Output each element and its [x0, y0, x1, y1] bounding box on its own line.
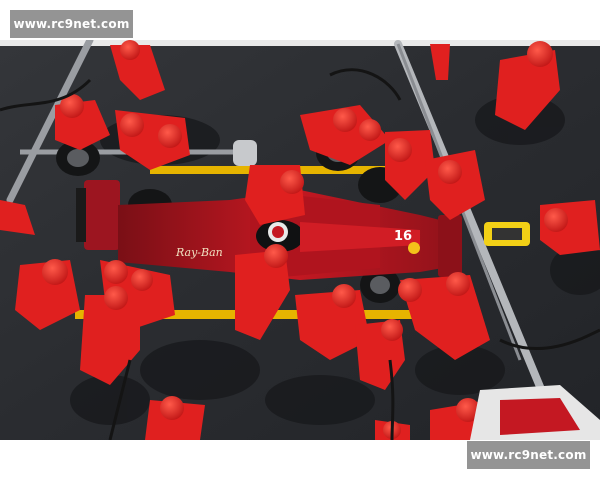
- watermark-bottom: www.rc9net.com: [467, 441, 590, 469]
- car-sponsor-text: Ray-Ban: [175, 246, 223, 259]
- crew-member: [540, 200, 600, 255]
- car-number: 16: [394, 229, 412, 244]
- pit-stop-illustration: 16 Ray-Ban: [0, 40, 600, 440]
- page: 16 Ray-Ban www.rc9net.com www.rc9net.com: [0, 0, 600, 480]
- watermark-top: www.rc9net.com: [10, 10, 133, 38]
- pit-stop-photo: 16 Ray-Ban: [0, 40, 600, 440]
